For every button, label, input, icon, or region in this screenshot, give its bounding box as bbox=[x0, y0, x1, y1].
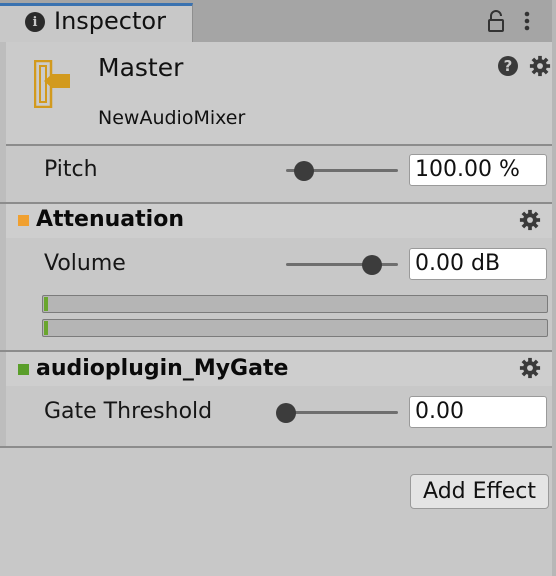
plugin-title: audioplugin_MyGate bbox=[36, 356, 289, 381]
attenuation-color-indicator bbox=[18, 215, 29, 226]
gate-threshold-field[interactable]: 0.00 bbox=[409, 396, 547, 428]
level-meter bbox=[42, 319, 548, 337]
audio-mixer-icon bbox=[34, 60, 70, 108]
pitch-label: Pitch bbox=[44, 157, 98, 182]
header-title: Master bbox=[98, 53, 184, 82]
lock-icon[interactable] bbox=[487, 10, 505, 32]
help-icon[interactable]: ? bbox=[498, 56, 518, 76]
panel-right-edge bbox=[552, 0, 556, 576]
plugin-color-indicator bbox=[18, 364, 29, 375]
divider bbox=[0, 144, 556, 146]
volume-field[interactable]: 0.00 dB bbox=[409, 248, 547, 280]
gate-threshold-label: Gate Threshold bbox=[44, 399, 213, 424]
gear-icon[interactable] bbox=[519, 357, 541, 379]
volume-label: Volume bbox=[44, 251, 126, 276]
level-meter-fill bbox=[44, 321, 48, 335]
add-effect-button[interactable]: Add Effect bbox=[410, 474, 549, 509]
panel-edge bbox=[0, 42, 6, 448]
inspector-header bbox=[0, 42, 556, 144]
volume-slider-thumb[interactable] bbox=[362, 255, 383, 275]
kebab-menu-icon[interactable] bbox=[522, 10, 532, 32]
divider bbox=[0, 446, 556, 448]
gear-icon[interactable] bbox=[529, 55, 551, 77]
gear-icon[interactable] bbox=[519, 209, 541, 231]
level-meter-fill bbox=[44, 297, 48, 311]
attenuation-title: Attenuation bbox=[36, 207, 184, 232]
level-meter bbox=[42, 295, 548, 313]
info-icon: i bbox=[25, 12, 45, 32]
tab-inspector-label: Inspector bbox=[54, 7, 166, 35]
gate-threshold-slider-thumb[interactable] bbox=[276, 403, 296, 423]
gate-threshold-slider[interactable] bbox=[286, 411, 398, 414]
header-subtitle: NewAudioMixer bbox=[98, 107, 246, 129]
pitch-field[interactable]: 100.00 % bbox=[409, 154, 547, 186]
pitch-slider-thumb[interactable] bbox=[293, 161, 314, 181]
